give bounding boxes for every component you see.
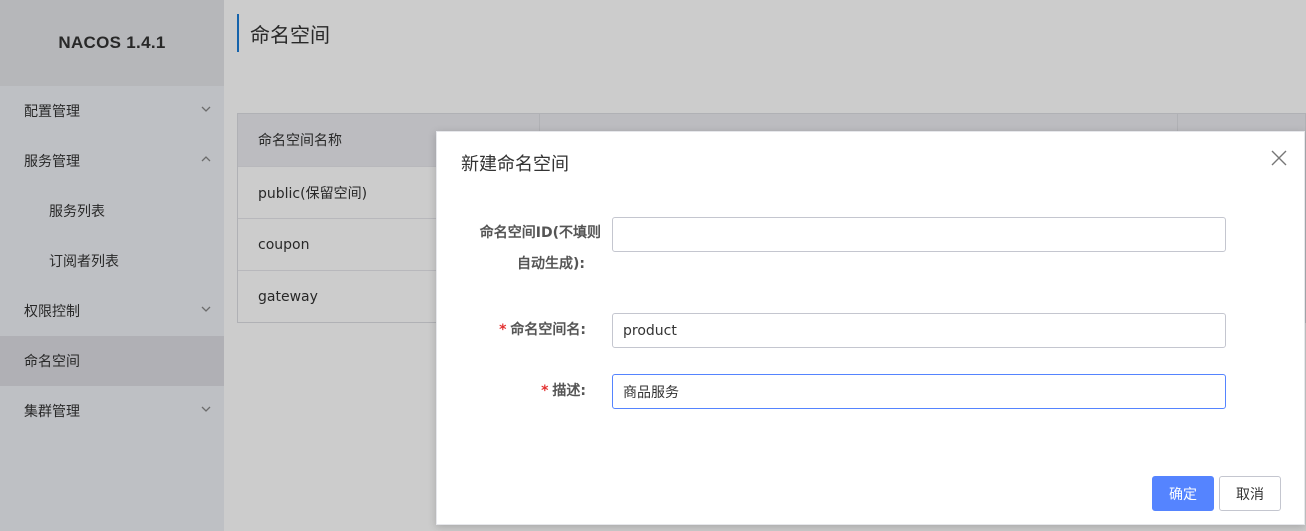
namespace-name-label-text: 命名空间名: [510,322,586,338]
namespace-id-label: 命名空间ID(不填则 自动生成): [461,218,601,280]
namespace-id-label-line2: 自动生成): [517,256,585,272]
required-mark: * [541,383,549,399]
confirm-button[interactable]: 确定 [1152,476,1214,511]
description-input[interactable] [612,374,1226,409]
description-label: * 描述: [541,376,586,406]
new-namespace-dialog: 新建命名空间 命名空间ID(不填则 自动生成): *命名空间名: *描述: 确定… [436,131,1305,525]
close-icon[interactable] [1270,149,1288,167]
description-label-text: 描述: [552,383,586,399]
required-mark: * [499,322,507,338]
namespace-name-label: * 命名空间名: [499,315,586,345]
namespace-id-input[interactable] [612,217,1226,252]
dialog-title: 新建命名空间 [461,154,569,175]
namespace-name-input[interactable] [612,313,1226,348]
namespace-id-label-line1: 命名空间ID(不填则 [479,225,601,241]
cancel-button[interactable]: 取消 [1219,476,1281,511]
